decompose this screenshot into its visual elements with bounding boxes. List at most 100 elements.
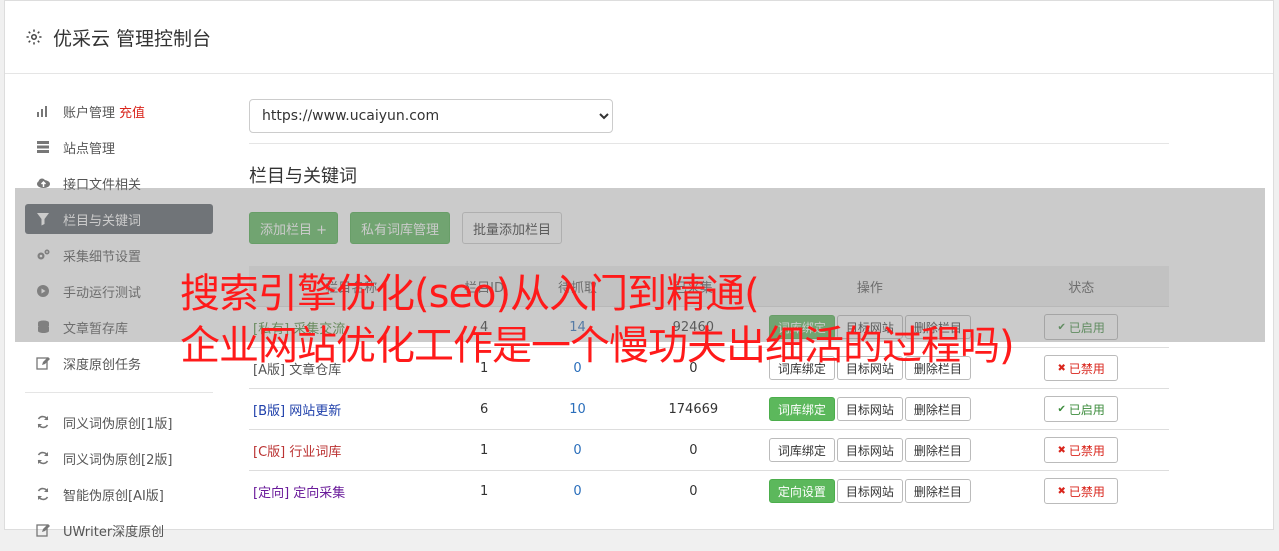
- delete-column-button[interactable]: 删除栏目: [904, 397, 971, 421]
- column-name-cell: [C版] 行业词库: [249, 429, 454, 471]
- collected-cell: 174669: [640, 388, 747, 430]
- status-cell: ✔ 已启用: [993, 388, 1169, 430]
- column-name-link[interactable]: 定向采集: [293, 486, 345, 501]
- actions-cell: 词库绑定 目标网站 删除栏目: [746, 388, 994, 430]
- delete-column-button[interactable]: 删除栏目: [904, 479, 971, 503]
- lexicon-bind-button[interactable]: 定向设置: [768, 479, 835, 503]
- cogs-icon: [35, 247, 51, 263]
- check-icon: ✔: [1057, 403, 1066, 415]
- status-label: 已启用: [1068, 402, 1105, 417]
- sidebar-item-label: 同义词伪原创[2版]: [63, 452, 173, 468]
- status-label: 已禁用: [1068, 361, 1105, 376]
- sidebar-item-label: 采集细节设置: [63, 249, 142, 265]
- lexicon-bind-button[interactable]: 词库绑定: [768, 397, 835, 421]
- column-id-cell: 1: [453, 429, 515, 471]
- sidebar-item-label: 站点管理: [63, 141, 116, 157]
- column-tag: [C版]: [253, 444, 286, 460]
- refresh-icon: [35, 450, 51, 466]
- table-row: [B版] 网站更新 6 10 174669 词库绑定 目标网站 删除栏目 ✔ 已启用: [249, 388, 1169, 430]
- status-toggle[interactable]: ✖ 已禁用: [1044, 355, 1119, 381]
- page-header: 优采云 管理控制台: [5, 1, 1273, 74]
- x-icon: ✖: [1057, 362, 1066, 374]
- sidebar-item-label: 文章暂存库: [63, 321, 129, 337]
- batch-add-column-button[interactable]: 批量添加栏目: [462, 212, 563, 244]
- status-label: 已禁用: [1068, 484, 1105, 499]
- sidebar-item[interactable]: 采集细节设置: [25, 240, 213, 270]
- sidebar-item[interactable]: 栏目与关键词: [25, 204, 213, 234]
- bar-chart-icon: [35, 103, 51, 119]
- add-column-button[interactable]: 添加栏目 +: [249, 212, 339, 244]
- pending-cell: 0: [514, 470, 641, 511]
- x-icon: ✖: [1057, 444, 1066, 456]
- status-toggle[interactable]: ✔ 已启用: [1044, 314, 1119, 340]
- section-title: 栏目与关键词: [249, 166, 357, 187]
- sidebar-item[interactable]: 站点管理: [25, 132, 213, 162]
- sidebar-item-label: UWriter深度原创: [63, 524, 165, 540]
- lexicon-bind-button[interactable]: 词库绑定: [768, 438, 835, 462]
- status-cell: ✔ 已启用: [993, 306, 1169, 348]
- refresh-icon: [35, 414, 51, 430]
- column-name-link[interactable]: 网站更新: [289, 404, 341, 419]
- admin-panel: 优采云 管理控制台 账户管理 充值 站点管理 接口文件相关 栏目与关键词 采集细节设置 手动…: [4, 0, 1274, 540]
- edit-icon: [35, 355, 51, 371]
- target-site-button[interactable]: 目标网站: [836, 397, 903, 421]
- sidebar-item[interactable]: 账户管理 充值: [25, 96, 213, 126]
- column-name-cell: [B版] 网站更新: [249, 388, 454, 430]
- cloud-upload-icon: [35, 175, 51, 191]
- column-name-link[interactable]: 行业词库: [289, 445, 341, 460]
- edit-icon: [35, 522, 51, 538]
- status-label: 已启用: [1068, 320, 1105, 335]
- sidebar-item-label: 深度原创任务: [63, 357, 142, 373]
- pending-count-link[interactable]: 0: [573, 443, 581, 458]
- status-cell: ✖ 已禁用: [993, 470, 1169, 511]
- column-tag: [定向]: [253, 485, 290, 501]
- refresh-icon: [35, 486, 51, 502]
- sidebar-item[interactable]: 同义词伪原创[2版]: [25, 443, 213, 473]
- server-icon: [35, 139, 51, 155]
- overlay-line-2: 企业网站优化工作是一个慢功夫出细活的过程吗): [180, 323, 1015, 369]
- sidebar-item-label: 同义词伪原创[1版]: [63, 416, 173, 432]
- sidebar-item[interactable]: UWriter深度原创: [25, 515, 213, 545]
- check-icon: ✔: [1057, 321, 1066, 333]
- column-id-cell: 1: [453, 470, 515, 511]
- target-site-button[interactable]: 目标网站: [836, 479, 903, 503]
- sidebar-item[interactable]: 同义词伪原创[1版]: [25, 407, 213, 437]
- overlay-headline: 搜索引擎优化(seo)从入门到精通( 企业网站优化工作是一个慢功夫出细活的过程吗…: [180, 268, 1015, 372]
- overlay-line-1: 搜索引擎优化(seo)从入门到精通(: [180, 271, 760, 317]
- sidebar-item-label: 接口文件相关: [63, 177, 142, 193]
- delete-column-button[interactable]: 删除栏目: [904, 438, 971, 462]
- x-icon: ✖: [1057, 485, 1066, 497]
- sidebar-item-label: 智能伪原创[AI版]: [63, 488, 164, 504]
- column-name-cell: [定向] 定向采集: [249, 470, 454, 511]
- status-label: 已禁用: [1068, 443, 1105, 458]
- sidebar-item[interactable]: 智能伪原创[AI版]: [25, 479, 213, 509]
- play-circle-icon: [35, 283, 51, 299]
- filter-icon: [35, 211, 51, 227]
- divider: [249, 143, 1169, 144]
- sidebar-item-label: 账户管理: [63, 105, 116, 121]
- recharge-link[interactable]: 充值: [119, 102, 145, 121]
- site-select[interactable]: https://www.ucaiyun.com: [249, 99, 613, 133]
- sidebar-divider: [25, 392, 213, 393]
- pending-count-link[interactable]: 0: [573, 484, 581, 499]
- status-cell: ✖ 已禁用: [993, 429, 1169, 471]
- target-site-button[interactable]: 目标网站: [836, 438, 903, 462]
- gear-icon: [26, 29, 42, 45]
- status-toggle[interactable]: ✖ 已禁用: [1044, 437, 1119, 463]
- page-title: 优采云 管理控制台: [53, 27, 212, 50]
- status-toggle[interactable]: ✔ 已启用: [1044, 396, 1119, 422]
- sidebar-item-label: 手动运行测试: [63, 285, 142, 301]
- pending-cell: 0: [514, 429, 641, 471]
- sidebar-item[interactable]: 接口文件相关: [25, 168, 213, 198]
- pending-count-link[interactable]: 10: [569, 402, 586, 417]
- table-row: [C版] 行业词库 1 0 0 词库绑定 目标网站 删除栏目 ✖ 已禁用: [249, 429, 1169, 471]
- column-tag: [B版]: [253, 403, 286, 419]
- sidebar-item-label: 栏目与关键词: [63, 213, 142, 229]
- pending-cell: 10: [514, 388, 641, 430]
- actions-cell: 词库绑定 目标网站 删除栏目: [746, 429, 994, 471]
- table-row: [定向] 定向采集 1 0 0 定向设置 目标网站 删除栏目 ✖ 已禁用: [249, 470, 1169, 511]
- status-toggle[interactable]: ✖ 已禁用: [1044, 478, 1119, 504]
- actions-cell: 定向设置 目标网站 删除栏目: [746, 470, 994, 511]
- private-lexicon-button[interactable]: 私有词库管理: [350, 212, 451, 244]
- collected-cell: 0: [640, 429, 747, 471]
